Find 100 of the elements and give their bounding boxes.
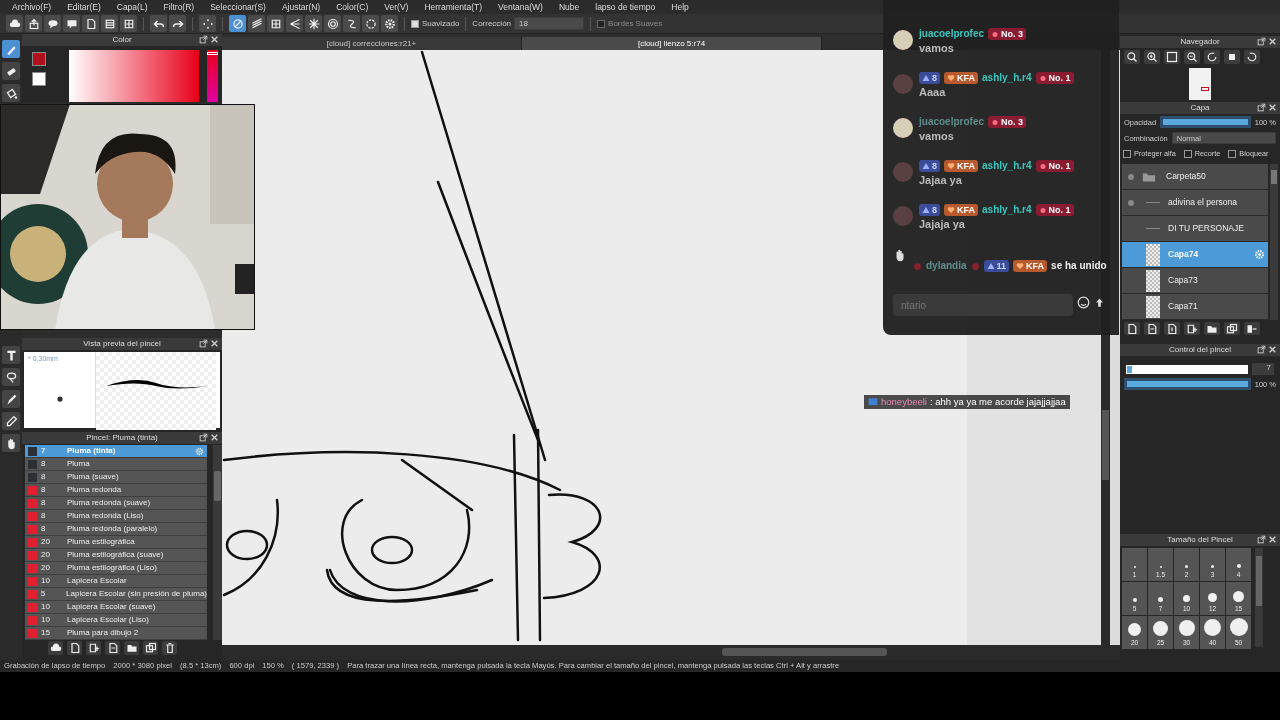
toolbar-button[interactable]	[82, 15, 99, 32]
close-icon[interactable]	[210, 433, 219, 442]
panel-button[interactable]	[86, 641, 101, 655]
navigator-button[interactable]	[1224, 50, 1240, 64]
toolbar-button[interactable]	[6, 15, 23, 32]
brush-item[interactable]: 20 Pluma estilográfica	[25, 536, 207, 549]
panel-button[interactable]	[67, 641, 82, 655]
scrollbar[interactable]	[1270, 164, 1278, 320]
layer-row[interactable]: Carpeta50	[1122, 164, 1268, 190]
popout-icon[interactable]	[1257, 37, 1266, 46]
navigator-button[interactable]	[1164, 50, 1180, 64]
panel-button[interactable]	[162, 641, 177, 655]
panel-button[interactable]	[48, 641, 63, 655]
ruler-button[interactable]	[286, 15, 303, 32]
popout-icon[interactable]	[1257, 535, 1266, 544]
layer-button[interactable]	[1164, 322, 1180, 335]
toolbar-button[interactable]	[63, 15, 80, 32]
brush-item[interactable]: 5 Lapicera Escolar (sin presión de pluma)	[25, 588, 207, 601]
menu-item[interactable]: Help	[663, 1, 697, 13]
toolbar-button[interactable]	[150, 15, 167, 32]
size-field[interactable]: 7	[1252, 363, 1274, 375]
panel-button[interactable]	[124, 641, 139, 655]
username[interactable]: ashly_h.r4	[982, 72, 1032, 84]
brush-item[interactable]: 10 Lapicera Escolar	[25, 575, 207, 588]
toolbar-button[interactable]	[44, 15, 61, 32]
menu-item[interactable]: Ventana(W)	[490, 1, 551, 13]
brush-item[interactable]: 8 Pluma	[25, 458, 207, 471]
close-icon[interactable]	[210, 339, 219, 348]
ruler-button[interactable]	[381, 15, 398, 32]
menu-item[interactable]: Seleccionar(S)	[202, 1, 274, 13]
layer-button[interactable]	[1204, 322, 1220, 335]
canvas-tab[interactable]: [cloud] correcciones:r21+	[222, 37, 522, 50]
menu-item[interactable]: Color(C)	[328, 1, 377, 13]
toolbar-button[interactable]	[101, 15, 118, 32]
brush-item[interactable]: 10 Lapicera Escolar (suave)	[25, 601, 207, 614]
layer-row[interactable]: Capa73	[1122, 268, 1268, 294]
visibility-dot[interactable]	[1128, 173, 1134, 180]
brush-item[interactable]: 8 Pluma redonda (Liso)	[25, 510, 207, 523]
ruler-button[interactable]	[267, 15, 284, 32]
canvas-tab[interactable]: [cloud] lienzo 5:r74	[522, 37, 822, 50]
brush-item[interactable]: 20 Pluma estilográfica (suave)	[25, 549, 207, 562]
layer-row[interactable]: adivina el persona	[1122, 190, 1268, 216]
layer-button[interactable]	[1224, 322, 1240, 335]
panel-button[interactable]	[105, 641, 120, 655]
slider-thumb[interactable]	[206, 51, 218, 55]
ruler-button[interactable]	[248, 15, 265, 32]
navigator-button[interactable]	[1184, 50, 1200, 64]
scrollbar-thumb[interactable]	[214, 471, 221, 501]
tool-button[interactable]	[2, 62, 20, 80]
username[interactable]: honeybeeli	[881, 396, 927, 408]
username[interactable]: dylandia	[926, 260, 967, 272]
close-icon[interactable]	[1268, 103, 1277, 112]
scrollbar[interactable]	[1255, 548, 1263, 647]
navigator-button[interactable]	[1204, 50, 1220, 64]
scrollbar[interactable]	[213, 445, 222, 640]
ruler-button[interactable]	[305, 15, 322, 32]
menu-item[interactable]: Nube	[550, 1, 588, 13]
ruler-button[interactable]	[343, 15, 360, 32]
ruler-button[interactable]	[362, 15, 379, 32]
navigator-button[interactable]	[1144, 50, 1160, 64]
username[interactable]: juacoelprofec	[919, 116, 985, 128]
brush-item[interactable]: 8 Pluma redonda (suave)	[25, 497, 207, 510]
checkbox[interactable]	[1228, 150, 1237, 158]
toolbar-button[interactable]	[169, 15, 186, 32]
layer-row[interactable]: Capa71	[1122, 294, 1268, 320]
popout-icon[interactable]	[199, 339, 208, 348]
brush-item[interactable]: 20 Pluma estilográfica (Liso)	[25, 562, 207, 575]
layer-row[interactable]: DI TU PERSONAJE	[1122, 216, 1268, 242]
ruler-button[interactable]	[324, 15, 341, 32]
smiley-icon[interactable]	[1077, 295, 1090, 309]
menu-item[interactable]: Editar(E)	[59, 1, 109, 13]
color-swatch[interactable]	[32, 72, 46, 86]
panel-button[interactable]	[143, 641, 158, 655]
popout-icon[interactable]	[199, 433, 208, 442]
layer-button[interactable]	[1124, 322, 1140, 335]
checkbox[interactable]	[1123, 150, 1131, 158]
scrollbar-thumb[interactable]	[1102, 410, 1109, 480]
popout-icon[interactable]	[199, 35, 208, 44]
menu-item[interactable]: Filtro(R)	[155, 1, 203, 13]
menu-item[interactable]: Archivo(F)	[4, 1, 60, 13]
scrollbar-thumb[interactable]	[1271, 170, 1277, 184]
tool-button[interactable]	[2, 434, 20, 452]
toolbar-button[interactable]	[25, 15, 42, 32]
visibility-dot[interactable]	[1128, 199, 1134, 206]
popout-icon[interactable]	[1257, 345, 1266, 354]
toolbar-button[interactable]	[120, 15, 137, 32]
color-picker-field[interactable]	[68, 50, 199, 102]
comment-field[interactable]: ntario	[893, 294, 1073, 316]
checkbox[interactable]	[1183, 150, 1192, 158]
username[interactable]: ashly_h.r4	[982, 204, 1032, 216]
popout-icon[interactable]	[1257, 103, 1266, 112]
view-frame[interactable]	[1201, 87, 1209, 91]
hue-slider[interactable]	[206, 50, 218, 102]
color-swatch[interactable]	[32, 52, 46, 66]
close-icon[interactable]	[1268, 535, 1277, 544]
scrollbar[interactable]	[222, 645, 1120, 660]
correction-dropdown[interactable]: 18	[514, 17, 585, 30]
checkbox[interactable]	[411, 19, 419, 28]
tool-button[interactable]	[2, 390, 20, 408]
tool-button[interactable]	[2, 346, 20, 364]
